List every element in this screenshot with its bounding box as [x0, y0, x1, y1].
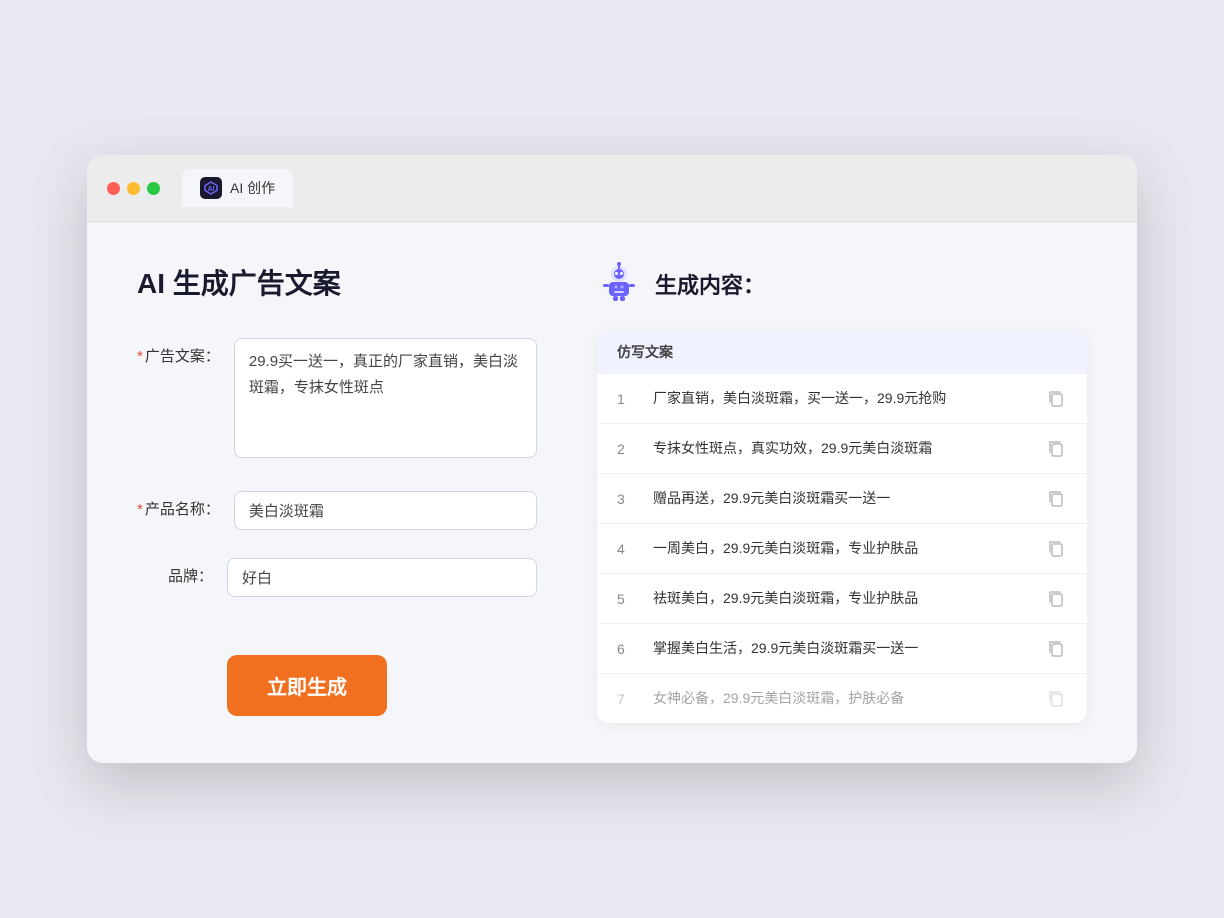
- row-number: 3: [617, 491, 637, 507]
- result-title: 生成内容：: [655, 268, 765, 300]
- row-text: 厂家直销，美白淡斑霜，买一送一，29.9元抢购: [653, 388, 1031, 409]
- brand-label: 品牌：: [137, 558, 227, 589]
- row-text: 祛斑美白，29.9元美白淡斑霜，专业护肤品: [653, 588, 1031, 609]
- brand-group: 品牌： 好白: [137, 558, 537, 597]
- title-bar: AI AI 创作: [87, 155, 1137, 222]
- tab-label: AI 创作: [230, 178, 275, 198]
- row-text: 一周美白，29.9元美白淡斑霜，专业护肤品: [653, 538, 1031, 559]
- generate-button[interactable]: 立即生成: [227, 655, 387, 716]
- brand-input-wrapper: 好白: [227, 558, 537, 597]
- table-header: 仿写文案: [597, 330, 1087, 374]
- table-row: 4 一周美白，29.9元美白淡斑霜，专业护肤品: [597, 524, 1087, 574]
- required-star-1: *: [137, 348, 143, 365]
- close-button[interactable]: [107, 182, 120, 195]
- copy-icon[interactable]: [1047, 439, 1067, 459]
- row-text: 掌握美白生活，29.9元美白淡斑霜买一送一: [653, 638, 1031, 659]
- copy-icon[interactable]: [1047, 689, 1067, 709]
- ad-copy-label: *广告文案：: [137, 338, 234, 369]
- result-header: 生成内容：: [597, 262, 1087, 306]
- row-number: 7: [617, 691, 637, 707]
- row-number: 2: [617, 441, 637, 457]
- right-panel: 生成内容： 仿写文案 1 厂家直销，美白淡斑霜，买一送一，29.9元抢购 2 专抹女…: [597, 262, 1087, 723]
- table-row: 2 专抹女性斑点，真实功效，29.9元美白淡斑霜: [597, 424, 1087, 474]
- row-number: 5: [617, 591, 637, 607]
- result-rows-container: 1 厂家直销，美白淡斑霜，买一送一，29.9元抢购 2 专抹女性斑点，真实功效，29…: [597, 374, 1087, 723]
- copy-icon[interactable]: [1047, 389, 1067, 409]
- copy-icon[interactable]: [1047, 489, 1067, 509]
- svg-text:AI: AI: [208, 186, 215, 193]
- product-name-input-wrapper: 美白淡斑霜: [234, 491, 537, 530]
- row-text: 赠品再送，29.9元美白淡斑霜买一送一: [653, 488, 1031, 509]
- row-number: 1: [617, 391, 637, 407]
- ai-tab[interactable]: AI AI 创作: [182, 169, 293, 207]
- row-number: 4: [617, 541, 637, 557]
- row-number: 6: [617, 641, 637, 657]
- maximize-button[interactable]: [147, 182, 160, 195]
- ad-copy-input-wrapper: 29.9买一送一，真正的厂家直销，美白淡斑霜，专抹女性斑点: [234, 338, 537, 463]
- traffic-lights: [107, 182, 160, 195]
- table-row: 7 女神必备，29.9元美白淡斑霜，护肤必备: [597, 674, 1087, 723]
- ai-tab-icon: AI: [200, 177, 222, 199]
- result-table: 仿写文案 1 厂家直销，美白淡斑霜，买一送一，29.9元抢购 2 专抹女性斑点，真实…: [597, 330, 1087, 723]
- page-title: AI 生成广告文案: [137, 262, 537, 302]
- product-name-label: *产品名称：: [137, 491, 234, 522]
- brand-input[interactable]: 好白: [227, 558, 537, 597]
- table-row: 6 掌握美白生活，29.9元美白淡斑霜买一送一: [597, 624, 1087, 674]
- main-content: AI 生成广告文案 *广告文案： 29.9买一送一，真正的厂家直销，美白淡斑霜，…: [87, 222, 1137, 763]
- table-row: 1 厂家直销，美白淡斑霜，买一送一，29.9元抢购: [597, 374, 1087, 424]
- table-row: 5 祛斑美白，29.9元美白淡斑霜，专业护肤品: [597, 574, 1087, 624]
- browser-window: AI AI 创作 AI 生成广告文案 *广告文案： 29.9买一送一，真正的厂家…: [87, 155, 1137, 763]
- copy-icon[interactable]: [1047, 539, 1067, 559]
- ad-copy-textarea[interactable]: 29.9买一送一，真正的厂家直销，美白淡斑霜，专抹女性斑点: [234, 338, 537, 458]
- product-name-group: *产品名称： 美白淡斑霜: [137, 491, 537, 530]
- product-name-input[interactable]: 美白淡斑霜: [234, 491, 537, 530]
- robot-icon: [597, 262, 641, 306]
- row-text: 女神必备，29.9元美白淡斑霜，护肤必备: [653, 688, 1031, 709]
- left-panel: AI 生成广告文案 *广告文案： 29.9买一送一，真正的厂家直销，美白淡斑霜，…: [137, 262, 537, 723]
- required-star-2: *: [137, 501, 143, 518]
- row-text: 专抹女性斑点，真实功效，29.9元美白淡斑霜: [653, 438, 1031, 459]
- minimize-button[interactable]: [127, 182, 140, 195]
- ad-copy-group: *广告文案： 29.9买一送一，真正的厂家直销，美白淡斑霜，专抹女性斑点: [137, 338, 537, 463]
- copy-icon[interactable]: [1047, 639, 1067, 659]
- copy-icon[interactable]: [1047, 589, 1067, 609]
- table-row: 3 赠品再送，29.9元美白淡斑霜买一送一: [597, 474, 1087, 524]
